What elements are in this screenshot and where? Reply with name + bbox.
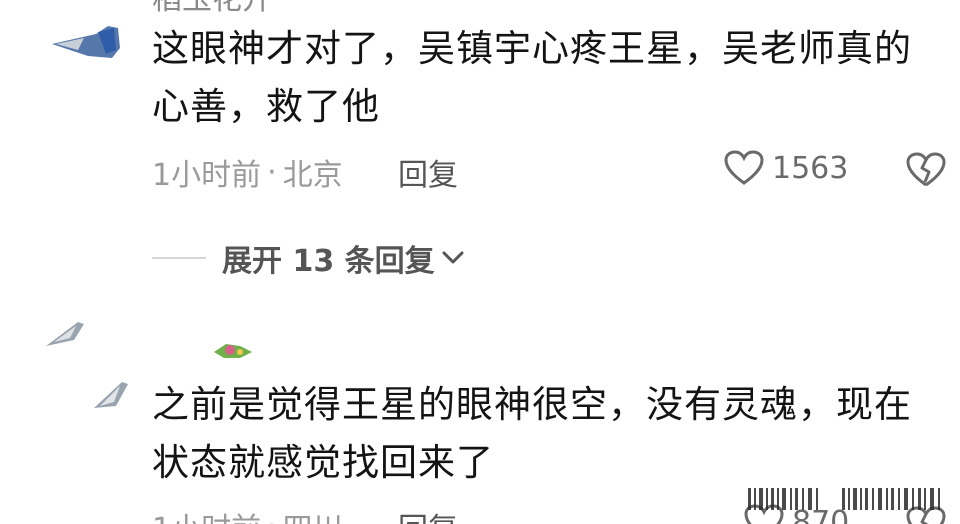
comment-1-like-button[interactable]: 1563 — [724, 150, 848, 186]
comment-2-time: 1小时前 — [152, 504, 261, 524]
comment-list: 稻玉花开 这眼神才对了，吴镇宇心疼王星，吴老师真的心善，救了他 1小时前 · 北… — [0, 0, 960, 524]
comment-2-reply-button[interactable]: 回复 — [398, 504, 458, 524]
comment-1-location: 北京 — [282, 158, 343, 193]
comment-2-meta: 1小时前 · 四川 — [152, 504, 343, 524]
chevron-down-icon — [442, 251, 464, 264]
comment-1-time: 1小时前 — [152, 158, 262, 193]
heart-outline-icon — [724, 150, 764, 185]
comment-1-avatar[interactable] — [48, 20, 128, 80]
comment-1-text: 这眼神才对了，吴镇宇心疼王星，吴老师真的心善，救了他 — [152, 27, 912, 128]
broken-heart-icon[interactable] — [906, 152, 946, 188]
comment-2-text: 之前是觉得王星的眼神很空，没有灵魂，现在状态就感觉找回来了 — [152, 383, 912, 484]
expand-replies-label: 展开 13 条回复 — [222, 244, 435, 279]
comment-2-avatar[interactable] — [40, 316, 120, 376]
comment-1-username[interactable]: 稻玉花开 — [152, 0, 272, 18]
meta-separator: · — [267, 154, 277, 190]
meta-separator: · — [267, 509, 277, 524]
comment-1-reply-button[interactable]: 回复 — [398, 150, 458, 194]
user-badge-icon — [214, 344, 252, 358]
comment-2-location: 四川 — [283, 504, 343, 524]
expand-replies-button[interactable]: 展开 13 条回复 — [152, 236, 465, 280]
platform-watermark — [748, 488, 940, 510]
comment-1-meta: 1小时前 · 北京 — [152, 150, 343, 194]
comment-1-like-count: 1563 — [772, 150, 849, 186]
expand-divider-line — [152, 257, 206, 259]
